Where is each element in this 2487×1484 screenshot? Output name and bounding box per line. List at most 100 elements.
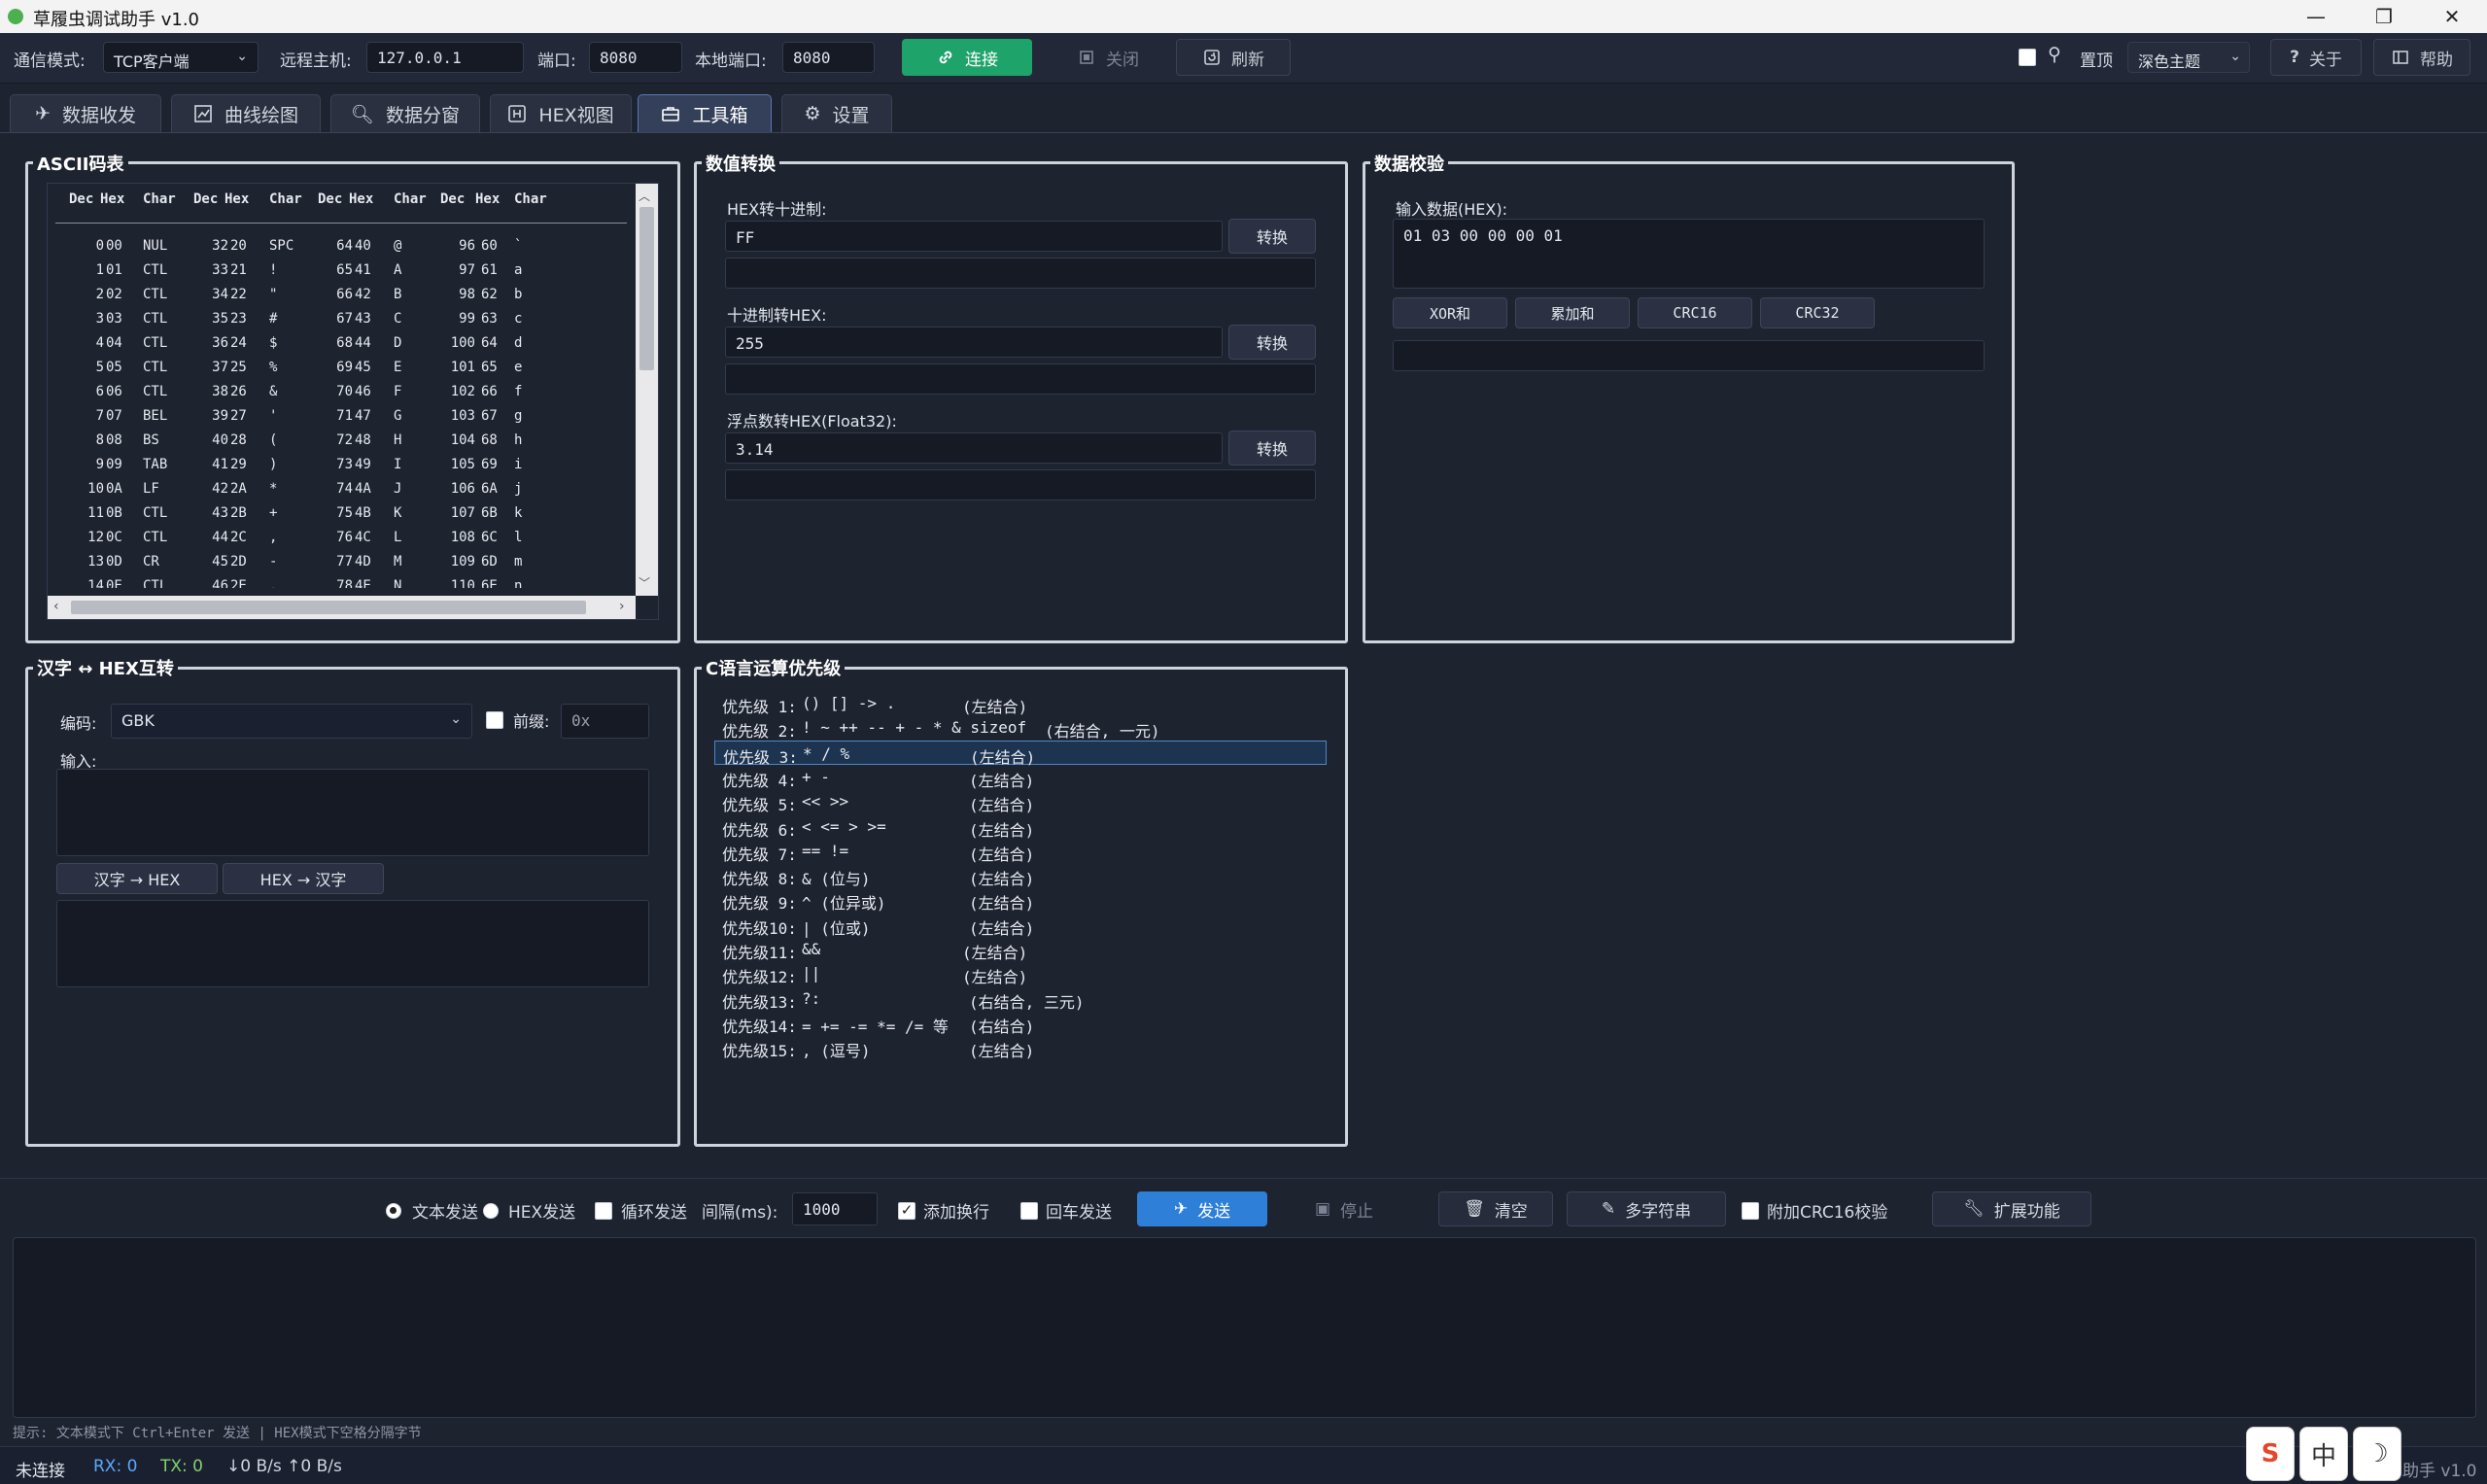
extensions-button[interactable]: 🔧︎ 扩展功能 (1932, 1191, 2091, 1226)
encoding-select[interactable]: GBK ⌄ (111, 704, 472, 739)
pin-label: 置顶 (2080, 52, 2113, 71)
host-input[interactable]: 127.0.0.1 (366, 42, 524, 73)
hanzi-input[interactable] (56, 769, 649, 856)
scroll-thumb[interactable] (639, 207, 654, 370)
table-cell: 6B (481, 505, 498, 521)
vertical-scrollbar[interactable]: ︿ ﹀ (636, 184, 658, 596)
tab-hex-view[interactable]: HEX视图 (490, 94, 632, 132)
prefix-checkbox[interactable] (486, 711, 503, 729)
table-cell: 6E (481, 578, 498, 588)
add-newline-checkbox[interactable]: ✓ (898, 1202, 915, 1220)
close-connection-button[interactable]: 关闭 (1054, 39, 1161, 76)
scroll-up-icon[interactable]: ︿ (639, 188, 650, 204)
pin-checkbox[interactable] (2019, 49, 2036, 66)
priority-list-item[interactable]: 优先级14: = += -= *= /= 等 (右结合) (714, 1011, 1327, 1036)
priority-list-item[interactable]: 优先级 3: * / % (左结合) (714, 740, 1327, 767)
stop-button[interactable]: ▣ 停止 (1285, 1191, 1403, 1226)
checksum-input[interactable]: 01 03 00 00 00 01 (1393, 219, 1985, 289)
table-cell: 21 (230, 262, 247, 278)
connect-button[interactable]: 连接 (902, 39, 1032, 76)
interval-input[interactable]: 1000 (792, 1192, 878, 1225)
table-cell: E (394, 360, 402, 375)
scroll-down-icon[interactable]: ﹀ (639, 574, 650, 591)
loop-send-checkbox[interactable] (595, 1202, 612, 1220)
close-window-button[interactable]: ✕ (2418, 0, 2486, 33)
table-cell: 40 (212, 432, 228, 448)
tab-toolbox[interactable]: 工具箱 (638, 94, 772, 132)
ascii-table[interactable]: Dec Hex Char Dec Hex Char Dec Hex Char Dec Hex Char… (47, 183, 659, 620)
priority-list-item[interactable]: 优先级 8: & (位与) (左结合) (714, 863, 1327, 888)
hex2dec-input[interactable]: FF (725, 221, 1223, 252)
priority-list-item[interactable]: 优先级 1: () [] -> . (左结合) (714, 691, 1327, 716)
crc16-checkbox[interactable] (1742, 1202, 1759, 1220)
enter-send-checkbox[interactable] (1020, 1202, 1038, 1220)
priority-operators: = += -= *= /= 等 (802, 1017, 949, 1036)
multi-string-button[interactable]: ✎ 多字符串 (1567, 1191, 1726, 1226)
local-port-input[interactable]: 8080 (782, 42, 875, 73)
hex-send-radio[interactable] (483, 1203, 499, 1219)
scroll-right-icon[interactable]: › (619, 599, 625, 614)
tab-chart[interactable]: 曲线绘图 (171, 94, 321, 132)
chevron-down-icon: ⌄ (236, 49, 248, 64)
moon-icon[interactable]: ☽ (2353, 1427, 2401, 1481)
prefix-input[interactable]: 0x (561, 704, 649, 739)
ascii-column-header: Dec (318, 191, 343, 207)
priority-list-item[interactable]: 优先级 4: + - (左结合) (714, 765, 1327, 790)
priority-list-item[interactable]: 优先级 9: ^ (位异或) (左结合) (714, 887, 1327, 914)
about-button[interactable]: ? 关于 (2270, 39, 2362, 76)
priority-list-item[interactable]: 优先级 6: < <= > >= (左结合) (714, 814, 1327, 840)
priority-list-item[interactable]: 优先级 2:! ~ ++ -- + - * & sizeof (右结合, 一元) (714, 715, 1327, 741)
table-cell: n (514, 578, 523, 588)
help-button[interactable]: 帮助 (2373, 39, 2470, 76)
crc16-button[interactable]: CRC16 (1638, 297, 1752, 328)
clear-button[interactable]: 🗑︎ 清空 (1438, 1191, 1553, 1226)
text-send-radio[interactable] (386, 1203, 401, 1219)
restore-button[interactable]: ❐ (2350, 0, 2418, 33)
horizontal-scrollbar[interactable]: ‹ › (48, 596, 636, 619)
table-cell: 11 (87, 505, 104, 521)
scroll-thumb-h[interactable] (71, 601, 586, 614)
float-input[interactable]: 3.14 (725, 432, 1223, 464)
dec2hex-input[interactable]: 255 (725, 327, 1223, 358)
crc32-button[interactable]: CRC32 (1760, 297, 1875, 328)
table-row: 10 0A LF 42 2A * 74 4A J 106 6A j (48, 479, 631, 503)
priority-associativity: (左结合) (969, 820, 1035, 840)
priority-list-item[interactable]: 优先级 5: << >> (左结合) (714, 789, 1327, 814)
chevron-down-icon: ⌄ (2229, 49, 2241, 64)
priority-list[interactable]: 优先级 1:() [] -> . (左结合) 优先级 2:! ~ ++ -- + -… (714, 691, 1327, 1060)
priority-list-item[interactable]: 优先级10: | (位或) (左结合) (714, 913, 1327, 938)
table-cell: CTL (143, 578, 168, 588)
chinese-mode-icon[interactable]: 中 (2299, 1427, 2348, 1481)
table-cell: 4C (355, 530, 371, 545)
port-input[interactable]: 8080 (589, 42, 682, 73)
theme-select[interactable]: 深色主题 ⌄ (2127, 42, 2250, 73)
send-textarea[interactable] (13, 1237, 2476, 1418)
tab-data-split[interactable]: 🔍︎ 数据分窗 (330, 94, 480, 132)
priority-level: 优先级 4: (722, 771, 797, 790)
priority-list-item[interactable]: 优先级15: , (逗号) (左结合) (714, 1035, 1327, 1060)
send-button[interactable]: ✈ 发送 (1137, 1191, 1267, 1226)
minimize-button[interactable]: — (2282, 0, 2350, 33)
table-cell: f (514, 384, 523, 399)
scroll-left-icon[interactable]: ‹ (53, 599, 59, 614)
tab-settings[interactable]: ⚙ 设置 (781, 94, 892, 132)
help-label: 帮助 (2420, 50, 2453, 70)
mode-select[interactable]: TCP客户端 ⌄ (103, 42, 259, 73)
hanzi-to-hex-button[interactable]: 汉字 → HEX (56, 863, 218, 894)
priority-list-item[interactable]: 优先级12: || (左结合) (714, 961, 1327, 986)
priority-list-item[interactable]: 优先级11: && (左结合) (714, 937, 1327, 962)
float-convert-button[interactable]: 转换 (1228, 431, 1316, 466)
refresh-button[interactable]: 刷新 (1176, 39, 1291, 76)
table-cell: % (269, 360, 278, 375)
priority-list-item[interactable]: 优先级13:?: (右结合, 三元) (714, 986, 1327, 1012)
hex2dec-convert-button[interactable]: 转换 (1228, 219, 1316, 254)
xor-button[interactable]: XOR和 (1393, 297, 1507, 328)
priority-level: 优先级 9: (722, 894, 797, 914)
dec2hex-convert-button[interactable]: 转换 (1228, 325, 1316, 360)
sum-button[interactable]: 累加和 (1515, 297, 1630, 328)
priority-list-item[interactable]: 优先级 7: == != (左结合) (714, 839, 1327, 864)
table-cell: CTL (143, 505, 168, 521)
hex-to-hanzi-button[interactable]: HEX → 汉字 (223, 863, 384, 894)
sogou-ime-icon[interactable]: S (2246, 1427, 2295, 1481)
tab-data-send[interactable]: ✈ 数据收发 (10, 94, 161, 132)
